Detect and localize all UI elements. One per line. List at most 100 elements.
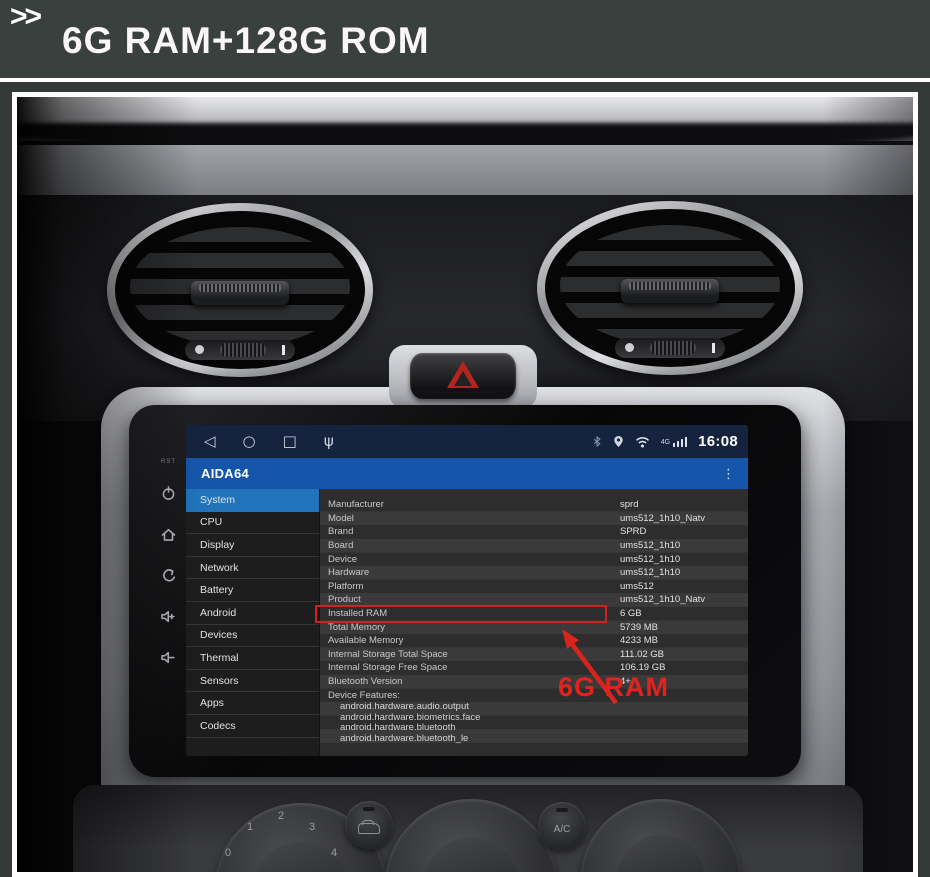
volume-down-icon[interactable] <box>160 649 176 665</box>
info-row-device: Device ums512_1h10 <box>320 552 748 566</box>
sidebar-item-cpu[interactable]: CPU <box>186 512 319 535</box>
kebab-menu-icon[interactable]: ⋮ <box>722 466 748 482</box>
info-row-board: Board ums512_1h10 <box>320 539 748 553</box>
network-type-label: 4G <box>660 438 671 446</box>
dial-mark <box>282 344 285 355</box>
vent-flow-dial[interactable] <box>185 339 295 360</box>
vent-direction-slider[interactable] <box>621 278 719 303</box>
home-icon[interactable]: ○ <box>243 434 256 449</box>
bluetooth-icon <box>593 436 601 447</box>
info-value: 5739 MB <box>620 621 659 633</box>
info-label: Platform <box>328 580 364 592</box>
feature-item: android.hardware.audio.output <box>340 700 469 712</box>
info-row-brand: Brand SPRD <box>320 525 748 539</box>
sidebar-item-display[interactable]: Display <box>186 534 319 557</box>
sidebar-list: System CPU Display Network Battery Android Dev… <box>186 489 320 756</box>
back-icon[interactable]: ◁ <box>204 434 216 449</box>
usb-icon[interactable]: ψ <box>324 434 334 449</box>
vent-opening <box>115 211 365 369</box>
recirculation-button[interactable] <box>345 801 393 849</box>
info-label: Internal Storage Total Space <box>328 648 448 660</box>
fan-level-label: 1 <box>247 821 254 833</box>
highlight-box <box>315 605 607 623</box>
info-label: Available Memory <box>328 635 404 647</box>
signal-icon: 4G <box>660 436 688 447</box>
info-row-bluetooth-version: Bluetooth Version 4+ <box>320 675 748 689</box>
page-title: 6G RAM+128G ROM <box>62 20 430 61</box>
info-label: Model <box>328 512 354 524</box>
dial-dot <box>625 343 634 353</box>
sidebar-item-system[interactable]: System <box>186 489 319 512</box>
sidebar-item-label: Android <box>200 606 237 619</box>
home-icon[interactable] <box>160 526 176 542</box>
dashboard-scene: RST ◁ ○ □ ψ 4G 16:08 AIDA64 ⋮ System CPU… <box>17 97 913 872</box>
info-label: Hardware <box>328 567 370 579</box>
ac-button[interactable]: A/C <box>538 802 586 850</box>
system-info-rows: Manufacturer sprd Model ums512_1h10_Natv Bra… <box>320 498 748 688</box>
clock: 16:08 <box>698 433 738 450</box>
fan-level-label: 3 <box>309 821 316 833</box>
left-air-vent[interactable] <box>107 203 373 377</box>
fan-level-label: 4 <box>331 847 338 859</box>
nav-icons: ◁ ○ □ ψ <box>186 434 334 449</box>
sidebar-item-label: Thermal <box>200 651 239 664</box>
sidebar-item-label: Sensors <box>200 674 239 687</box>
mode-knob[interactable] <box>581 799 741 872</box>
fan-level-label: 0 <box>225 847 232 859</box>
info-value: 4233 MB <box>620 635 659 647</box>
info-label: Device <box>328 553 358 565</box>
info-row-hardware: Hardware ums512_1h10 <box>320 566 748 580</box>
info-row-internal-storage-total-space: Internal Storage Total Space 111.02 GB <box>320 648 748 662</box>
sidebar-item-battery[interactable]: Battery <box>186 579 319 602</box>
vent-flow-dial[interactable] <box>615 337 725 358</box>
status-bar: ◁ ○ □ ψ 4G 16:08 <box>186 425 748 458</box>
photo-frame: RST ◁ ○ □ ψ 4G 16:08 AIDA64 ⋮ System CPU… <box>12 92 918 877</box>
sidebar-item-label: Network <box>200 561 239 574</box>
sidebar-item-apps[interactable]: Apps <box>186 692 319 715</box>
dial-mark <box>712 342 715 353</box>
recents-icon[interactable]: □ <box>283 434 297 449</box>
sidebar-item-label: CPU <box>200 516 223 529</box>
info-label: Board <box>328 540 354 552</box>
page: >> 6G RAM+128G ROM RST ◁ ○ □ ψ 4G 16:08 … <box>0 0 930 877</box>
sidebar-item-devices[interactable]: Devices <box>186 625 319 648</box>
details-rows-area: Manufacturer sprd Model ums512_1h10_Natv Bra… <box>320 498 748 756</box>
sidebar-item-network[interactable]: Network <box>186 557 319 580</box>
volume-up-icon[interactable] <box>160 608 176 624</box>
head-unit-side-buttons <box>155 485 181 665</box>
info-value: ums512_1h10_Natv <box>620 512 706 524</box>
info-value: ums512_1h10 <box>620 553 681 565</box>
dial-knob <box>220 342 266 357</box>
app-title: AIDA64 <box>201 466 250 481</box>
sidebar-item-android[interactable]: Android <box>186 602 319 625</box>
info-row-available-memory: Available Memory 4233 MB <box>320 634 748 648</box>
vent-direction-slider[interactable] <box>191 280 289 305</box>
hazard-button[interactable] <box>410 353 516 399</box>
return-icon[interactable] <box>160 567 176 583</box>
info-row-model: Model ums512_1h10_Natv <box>320 512 748 526</box>
car-icon <box>358 819 380 834</box>
page-header: >> 6G RAM+128G ROM <box>0 0 930 78</box>
sidebar-item-thermal[interactable]: Thermal <box>186 647 319 670</box>
info-row-manufacturer: Manufacturer sprd <box>320 498 748 512</box>
header-divider <box>0 78 930 82</box>
power-icon[interactable] <box>160 485 176 501</box>
info-value: SPRD <box>620 526 647 538</box>
hazard-triangle-icon <box>447 361 479 388</box>
right-air-vent[interactable] <box>537 201 803 375</box>
info-value: ums512 <box>620 580 654 592</box>
info-value: 111.02 GB <box>620 648 665 660</box>
sidebar-item-codecs[interactable]: Codecs <box>186 715 319 738</box>
ac-label: A/C <box>553 823 571 835</box>
info-label: Manufacturer <box>328 499 384 511</box>
location-icon <box>614 436 623 447</box>
feature-item: android.hardware.bluetooth_le <box>340 732 469 744</box>
temperature-knob[interactable] <box>385 799 557 872</box>
info-value: 6 GB <box>620 608 642 620</box>
sidebar-item-label: Battery <box>200 584 234 597</box>
info-row-internal-storage-free-space: Internal Storage Free Space 106.19 GB <box>320 661 748 675</box>
reset-label: RST <box>161 459 176 465</box>
info-value: ums512_1h10_Natv <box>620 594 706 606</box>
sidebar-item-sensors[interactable]: Sensors <box>186 670 319 693</box>
info-value: ums512_1h10 <box>620 540 681 552</box>
